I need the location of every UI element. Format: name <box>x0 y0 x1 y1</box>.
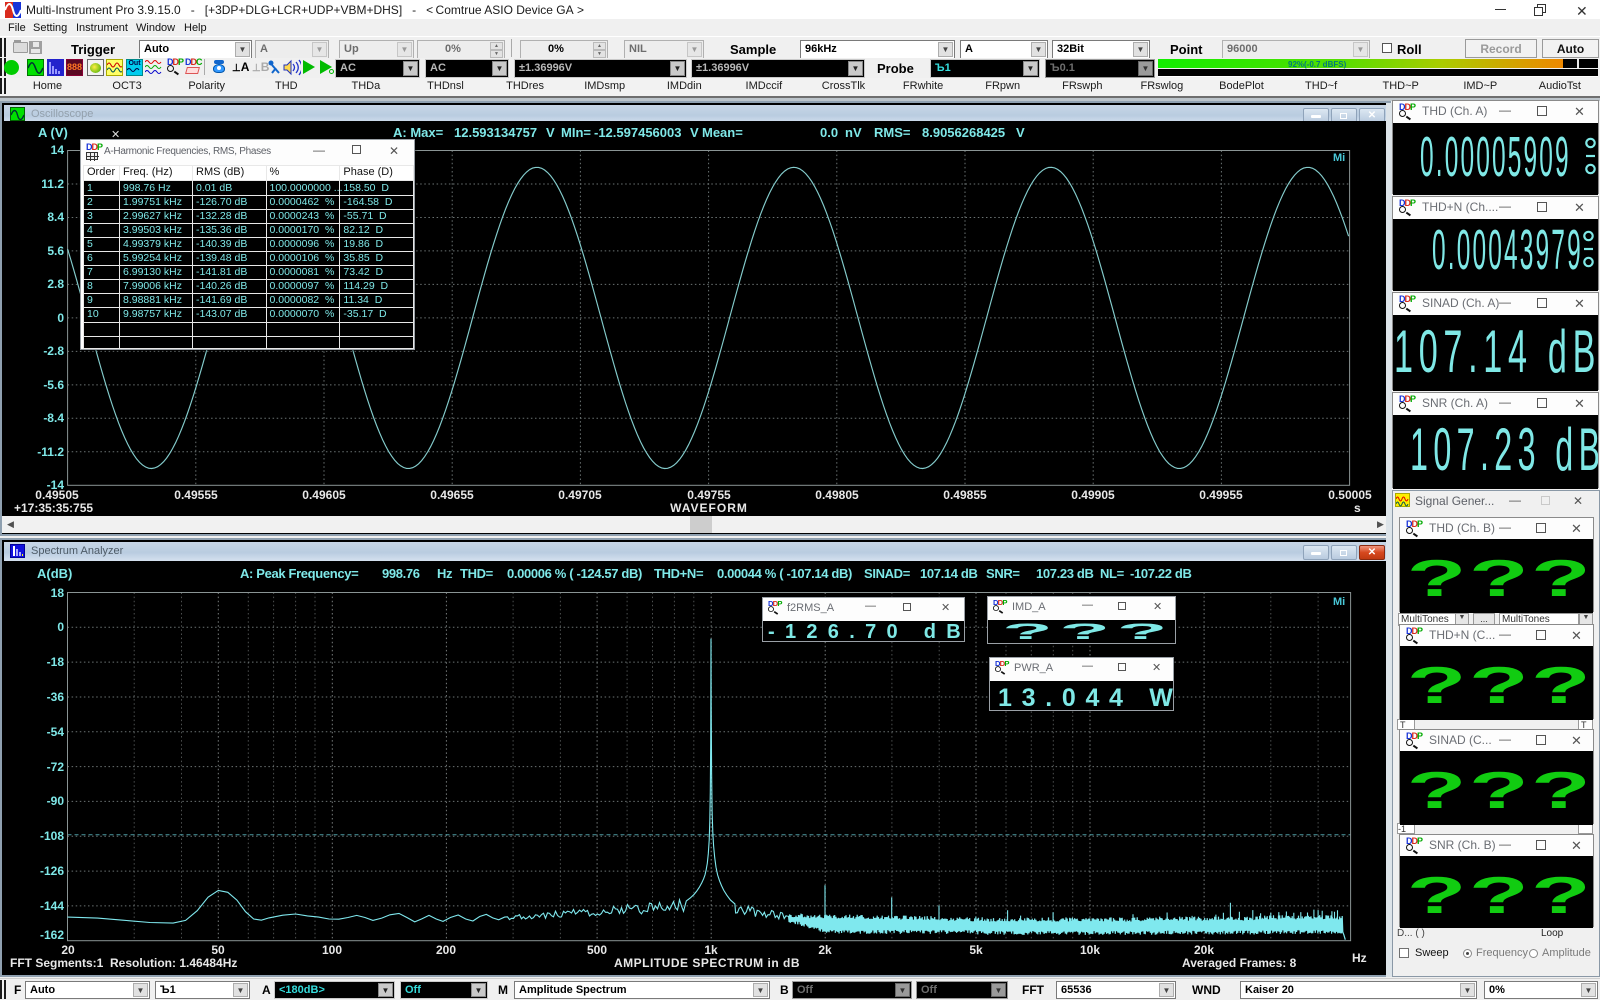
svg-text:107.23 dB: 107.23 dB <box>1410 416 1598 483</box>
svg-text:?: ? <box>1407 549 1467 607</box>
svg-text:?: ? <box>1002 620 1052 644</box>
svg-text:?: ? <box>1407 656 1467 714</box>
svg-text:?: ? <box>1469 866 1529 924</box>
svg-text:?: ? <box>1117 620 1167 644</box>
svg-text:?: ? <box>1407 761 1467 819</box>
svg-text:?: ? <box>1060 620 1110 644</box>
svg-text:13.044 W: 13.044 W <box>998 684 1173 711</box>
svg-text:?: ? <box>1469 656 1529 714</box>
svg-text:?: ? <box>1531 656 1591 714</box>
svg-text:?: ? <box>1531 761 1591 819</box>
svg-text:?: ? <box>1531 866 1591 924</box>
svg-text:-126.70 dB: -126.70 dB <box>768 622 964 643</box>
svg-text:?: ? <box>1531 549 1591 607</box>
svg-text:0.00043979: 0.00043979 <box>1432 219 1583 282</box>
svg-text:107.14 dB: 107.14 dB <box>1394 319 1598 385</box>
svg-text:?: ? <box>1469 761 1529 819</box>
svg-text:?: ? <box>1407 866 1467 924</box>
svg-text:?: ? <box>1469 549 1529 607</box>
svg-text:0.00005909: 0.00005909 <box>1420 125 1571 189</box>
